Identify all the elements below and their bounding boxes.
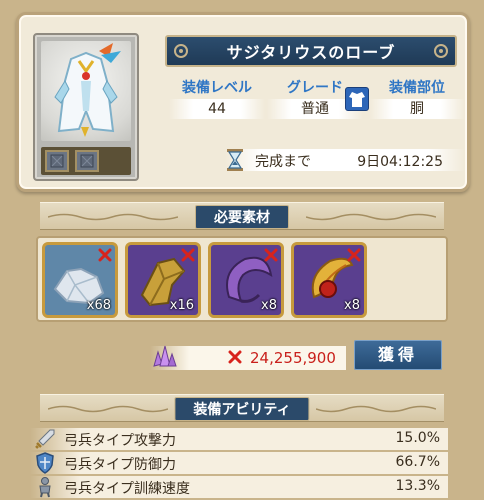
soldier-icon xyxy=(39,477,51,498)
material-slot-purple-horn[interactable]: x8 xyxy=(208,242,284,318)
ability-name: 弓兵タイプ訓練速度 xyxy=(64,481,190,497)
missing-mark-icon xyxy=(181,248,195,262)
materials-panel: x68 x16 x8 x8 xyxy=(36,236,448,322)
stat-slot: 装備部位 胴 xyxy=(369,77,465,119)
cost-value: 24,255,900 xyxy=(250,349,336,367)
completion-row: 完成まで 9日04:12:25 xyxy=(225,149,465,171)
ability-row: 弓兵タイプ防御力 66.7% xyxy=(30,452,448,474)
empty-slot-icon xyxy=(80,154,94,168)
item-detail-card: サジタリウスのローブ 装備レベル 44 グレード 普通 装備部位 胴 完成まで … xyxy=(16,12,470,192)
stat-slot-label: 装備部位 xyxy=(389,80,445,96)
material-count: x8 xyxy=(261,298,277,313)
stat-slot-value: 胴 xyxy=(369,99,465,119)
insufficient-mark-icon xyxy=(228,350,242,364)
gem-slots xyxy=(41,147,131,175)
stat-level: 装備レベル 44 xyxy=(169,77,265,119)
ability-row: 弓兵タイプ訓練速度 13.3% xyxy=(30,476,448,498)
vine-ornament-icon xyxy=(48,213,178,221)
robe-icon xyxy=(54,43,121,137)
vine-ornament-icon xyxy=(316,405,436,413)
stat-level-label: 装備レベル xyxy=(182,80,252,96)
ornament-icon xyxy=(174,44,188,58)
hourglass-icon xyxy=(227,149,243,171)
material-count: x68 xyxy=(86,298,111,313)
material-count: x8 xyxy=(344,298,360,313)
purple-crystal-icon xyxy=(153,345,177,367)
completion-label: 完成まで xyxy=(255,154,311,170)
material-slot-phoenix-feather-gem[interactable]: x8 xyxy=(291,242,367,318)
ability-value: 15.0% xyxy=(395,430,440,446)
ability-value: 13.3% xyxy=(395,478,440,494)
missing-mark-icon xyxy=(98,248,112,262)
shield-icon xyxy=(36,452,54,474)
missing-mark-icon xyxy=(264,248,278,262)
item-frame xyxy=(33,33,139,181)
material-count: x16 xyxy=(169,298,194,313)
item-name: サジタリウスのローブ xyxy=(226,43,396,62)
empty-slot-icon xyxy=(50,154,64,168)
abilities-list: 弓兵タイプ攻撃力 15.0% 弓兵タイプ防御力 66.7% 弓兵タイプ訓練速度 … xyxy=(30,418,448,500)
obtain-button[interactable]: 獲得 xyxy=(352,338,444,372)
sword-icon xyxy=(35,429,55,449)
stat-level-value: 44 xyxy=(169,99,265,119)
gem-slot[interactable] xyxy=(45,150,69,172)
completion-time: 9日04:12:25 xyxy=(357,154,443,170)
ornament-icon xyxy=(434,44,448,58)
materials-header: 必要素材 xyxy=(40,202,444,230)
vine-ornament-icon xyxy=(48,405,168,413)
item-name-banner: サジタリウスのローブ xyxy=(165,35,457,67)
material-slot-gold-bracer[interactable]: x16 xyxy=(125,242,201,318)
ability-value: 66.7% xyxy=(395,454,440,470)
ability-name: 弓兵タイプ攻撃力 xyxy=(64,433,176,449)
vine-ornament-icon xyxy=(306,213,436,221)
ability-row: 弓兵タイプ攻撃力 15.0% xyxy=(30,428,448,450)
gem-slot[interactable] xyxy=(75,150,99,172)
material-slot-crystal-ore[interactable]: x68 xyxy=(42,242,118,318)
body-slot-icon xyxy=(345,87,369,111)
materials-header-label: 必要素材 xyxy=(195,205,289,229)
cost-row: 24,255,900 xyxy=(150,345,346,370)
robe-portrait xyxy=(41,41,131,141)
ability-name: 弓兵タイプ防御力 xyxy=(64,457,176,473)
missing-mark-icon xyxy=(347,248,361,262)
